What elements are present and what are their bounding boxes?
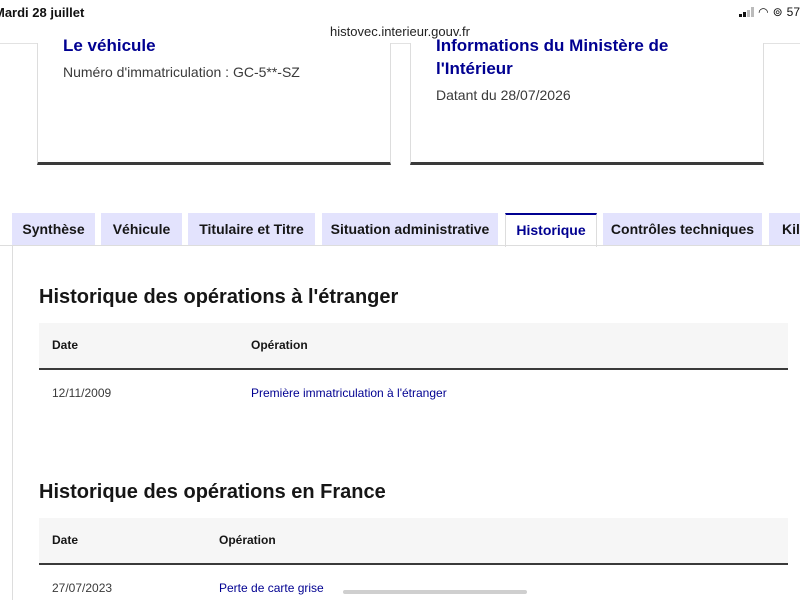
cellular-signal-icon (739, 7, 755, 17)
row-date: 12/11/2009 (52, 386, 112, 400)
column-operation: Opération (219, 533, 276, 547)
tab-synthese[interactable]: Synthèse (12, 213, 95, 246)
orientation-lock-icon: ⊚ (772, 5, 783, 19)
table-header: Date Opération (39, 323, 788, 370)
table-row: 12/11/2009 Première immatriculation à l'… (39, 370, 788, 416)
home-indicator[interactable] (343, 590, 527, 594)
registration-number: Numéro d'immatriculation : GC-5**-SZ (63, 64, 300, 80)
section-title-france: Historique des opérations en France (39, 481, 386, 503)
wifi-icon: ◠ (758, 5, 769, 19)
tab-kilometrage[interactable]: Kilo (769, 213, 800, 246)
ministry-date: Datant du 28/07/2026 (436, 87, 571, 103)
column-date: Date (52, 533, 79, 547)
column-date: Date (52, 338, 79, 352)
tab-historique[interactable]: Historique (505, 213, 597, 247)
table-history-abroad: Date Opération 12/11/2009 Première immat… (39, 323, 788, 416)
column-operation: Opération (251, 338, 308, 352)
tab-vehicule[interactable]: Véhicule (101, 213, 182, 246)
row-operation: Perte de carte grise (219, 581, 324, 595)
historique-panel: Historique des opérations à l'étranger D… (12, 246, 800, 600)
table-header: Date Opération (39, 518, 788, 565)
row-date: 27/07/2023 (52, 581, 113, 595)
tab-titulaire[interactable]: Titulaire et Titre (188, 213, 315, 246)
vehicle-card: Le véhicule Numéro d'immatriculation : G… (37, 36, 391, 165)
tab-bar: Synthèse Véhicule Titulaire et Titre Sit… (0, 213, 800, 247)
ministry-card: Informations du Ministère de l'Intérieur… (410, 36, 764, 165)
battery-level: 57 (786, 5, 800, 19)
ministry-card-title[interactable]: Informations du Ministère de l'Intérieur (436, 34, 736, 80)
vehicle-card-title[interactable]: Le véhicule (63, 34, 156, 57)
tab-controles-techniques[interactable]: Contrôles techniques (603, 213, 762, 246)
tab-situation-administrative[interactable]: Situation administrative (322, 213, 498, 246)
status-date: Mardi 28 juillet (0, 5, 85, 20)
row-operation: Première immatriculation à l'étranger (251, 386, 447, 400)
status-bar: Mardi 28 juillet ◠ ⊚ 57 (0, 0, 800, 22)
section-title-abroad: Historique des opérations à l'étranger (39, 286, 399, 308)
table-row: 27/07/2023 Perte de carte grise (39, 565, 788, 600)
status-indicators: ◠ ⊚ 57 (739, 5, 800, 19)
table-history-france: Date Opération 27/07/2023 Perte de carte… (39, 518, 788, 600)
